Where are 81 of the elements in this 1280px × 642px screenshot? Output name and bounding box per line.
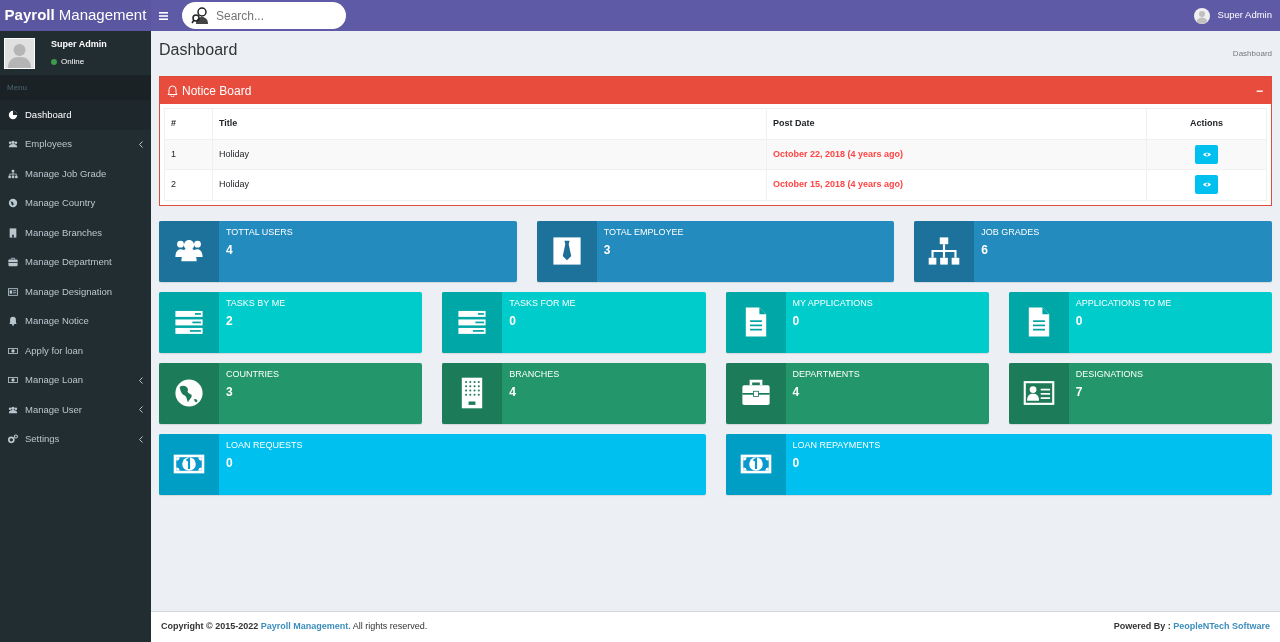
sidebar-item[interactable]: Dashboard xyxy=(0,100,151,130)
gears-icon xyxy=(8,434,18,445)
stat-label: COUNTRIES xyxy=(226,367,279,381)
column-header: Title xyxy=(212,108,767,139)
sidebar-item[interactable]: Manage Job Grade xyxy=(0,159,151,189)
stat-value: 4 xyxy=(509,384,517,401)
sidebar-item[interactable]: Manage User xyxy=(0,395,151,425)
column-header: Post Date xyxy=(766,108,1147,139)
post-date: October 15, 2018 (4 years ago) xyxy=(766,169,1147,200)
stat-label: BRANCHES xyxy=(509,367,560,381)
stat-value: 0 xyxy=(1075,313,1084,330)
eye-icon xyxy=(1202,182,1211,187)
building-icon xyxy=(8,227,18,238)
sidebar-item[interactable]: Settings xyxy=(0,424,151,454)
stat-value: 3 xyxy=(226,384,234,401)
stat-label: TOTTAL USERS xyxy=(226,225,293,239)
banknote-icon xyxy=(8,375,18,386)
table-cell: 1 xyxy=(164,139,213,170)
id-card-icon xyxy=(8,286,18,297)
search-field[interactable]: Search... xyxy=(182,2,346,29)
stat-value: 6 xyxy=(981,242,989,259)
hierarchy-icon xyxy=(8,168,18,179)
table-cell: Holiday xyxy=(212,139,767,170)
stat-label: DESIGNATIONS xyxy=(1075,367,1144,381)
banknote-icon xyxy=(8,345,18,356)
eye-icon xyxy=(1202,151,1211,157)
bell-icon xyxy=(167,84,178,97)
sidebar-item[interactable]: Manage Loan xyxy=(0,365,151,395)
sidebar-item[interactable]: Apply for loan xyxy=(0,336,151,366)
sidebar-item[interactable]: Manage Country xyxy=(0,188,151,218)
stat-label: DEPARTMENTS xyxy=(792,367,860,381)
stat-value: 0 xyxy=(226,455,234,472)
stat-value: 0 xyxy=(792,313,801,330)
briefcase-icon xyxy=(8,257,18,268)
stat-value: 0 xyxy=(792,455,801,472)
table-cell: 2 xyxy=(164,169,213,200)
column-header: # xyxy=(164,108,213,139)
stat-value: 3 xyxy=(603,242,612,259)
stat-label: JOB GRADES xyxy=(981,225,1040,239)
powered-by-text: Powered By : PeopleNTech Software xyxy=(1113,620,1270,634)
copyright-text: Copyright © 2015-2022 Payroll Management. All rights reserved. xyxy=(161,620,428,634)
sidebar-item[interactable]: Manage Designation xyxy=(0,277,151,307)
view-button[interactable] xyxy=(1195,144,1218,164)
pie-chart-icon xyxy=(8,109,18,120)
user-status: Online xyxy=(61,55,85,68)
collapse-button[interactable]: − xyxy=(1255,83,1264,98)
user-name: Super Admin xyxy=(51,38,107,52)
column-header: Actions xyxy=(1146,108,1267,139)
breadcrumb[interactable]: Dashboard xyxy=(1232,48,1272,60)
sidebar-item[interactable]: Manage Branches xyxy=(0,218,151,248)
stat-label: LOAN REQUESTS xyxy=(226,438,303,452)
stat-label: TOTAL EMPLOYEE xyxy=(603,225,684,239)
stat-label: APPLICATIONS TO ME xyxy=(1075,296,1172,310)
status-dot-icon xyxy=(51,58,57,65)
page-title: Dashboard xyxy=(159,40,238,60)
avatar-icon xyxy=(1193,7,1210,24)
view-button[interactable] xyxy=(1195,175,1218,194)
stat-label: MY APPLICATIONS xyxy=(792,296,873,310)
hierarchy-icon xyxy=(927,234,962,268)
sidebar-item[interactable]: Manage Notice xyxy=(0,306,151,336)
stat-label: TASKS FOR ME xyxy=(509,296,576,310)
stat-value: 0 xyxy=(509,313,517,330)
person-search-icon xyxy=(191,5,211,25)
menu-header: Menu xyxy=(7,81,27,94)
bell-icon xyxy=(8,316,18,327)
panel-title: Notice Board xyxy=(182,82,252,100)
footer-link[interactable]: Payroll Management. xyxy=(260,621,351,632)
stat-value: 2 xyxy=(226,313,234,330)
avatar-icon xyxy=(4,37,35,69)
sidebar-item[interactable]: Manage Department xyxy=(0,247,151,277)
sidebar-item[interactable]: Employees xyxy=(0,129,151,159)
company-link[interactable]: PeopleNTech Software xyxy=(1173,621,1270,632)
stat-value: 7 xyxy=(1075,384,1084,401)
table-cell: Holiday xyxy=(212,169,767,200)
post-date: October 22, 2018 (4 years ago) xyxy=(766,139,1147,170)
stat-label: LOAN REPAYMENTS xyxy=(792,438,881,452)
menu-icon[interactable] xyxy=(159,11,168,20)
stat-value: 4 xyxy=(792,384,801,401)
user-menu[interactable]: Super Admin xyxy=(1217,8,1272,23)
stat-value: 4 xyxy=(226,242,234,259)
stat-label: TASKS BY ME xyxy=(226,296,286,310)
